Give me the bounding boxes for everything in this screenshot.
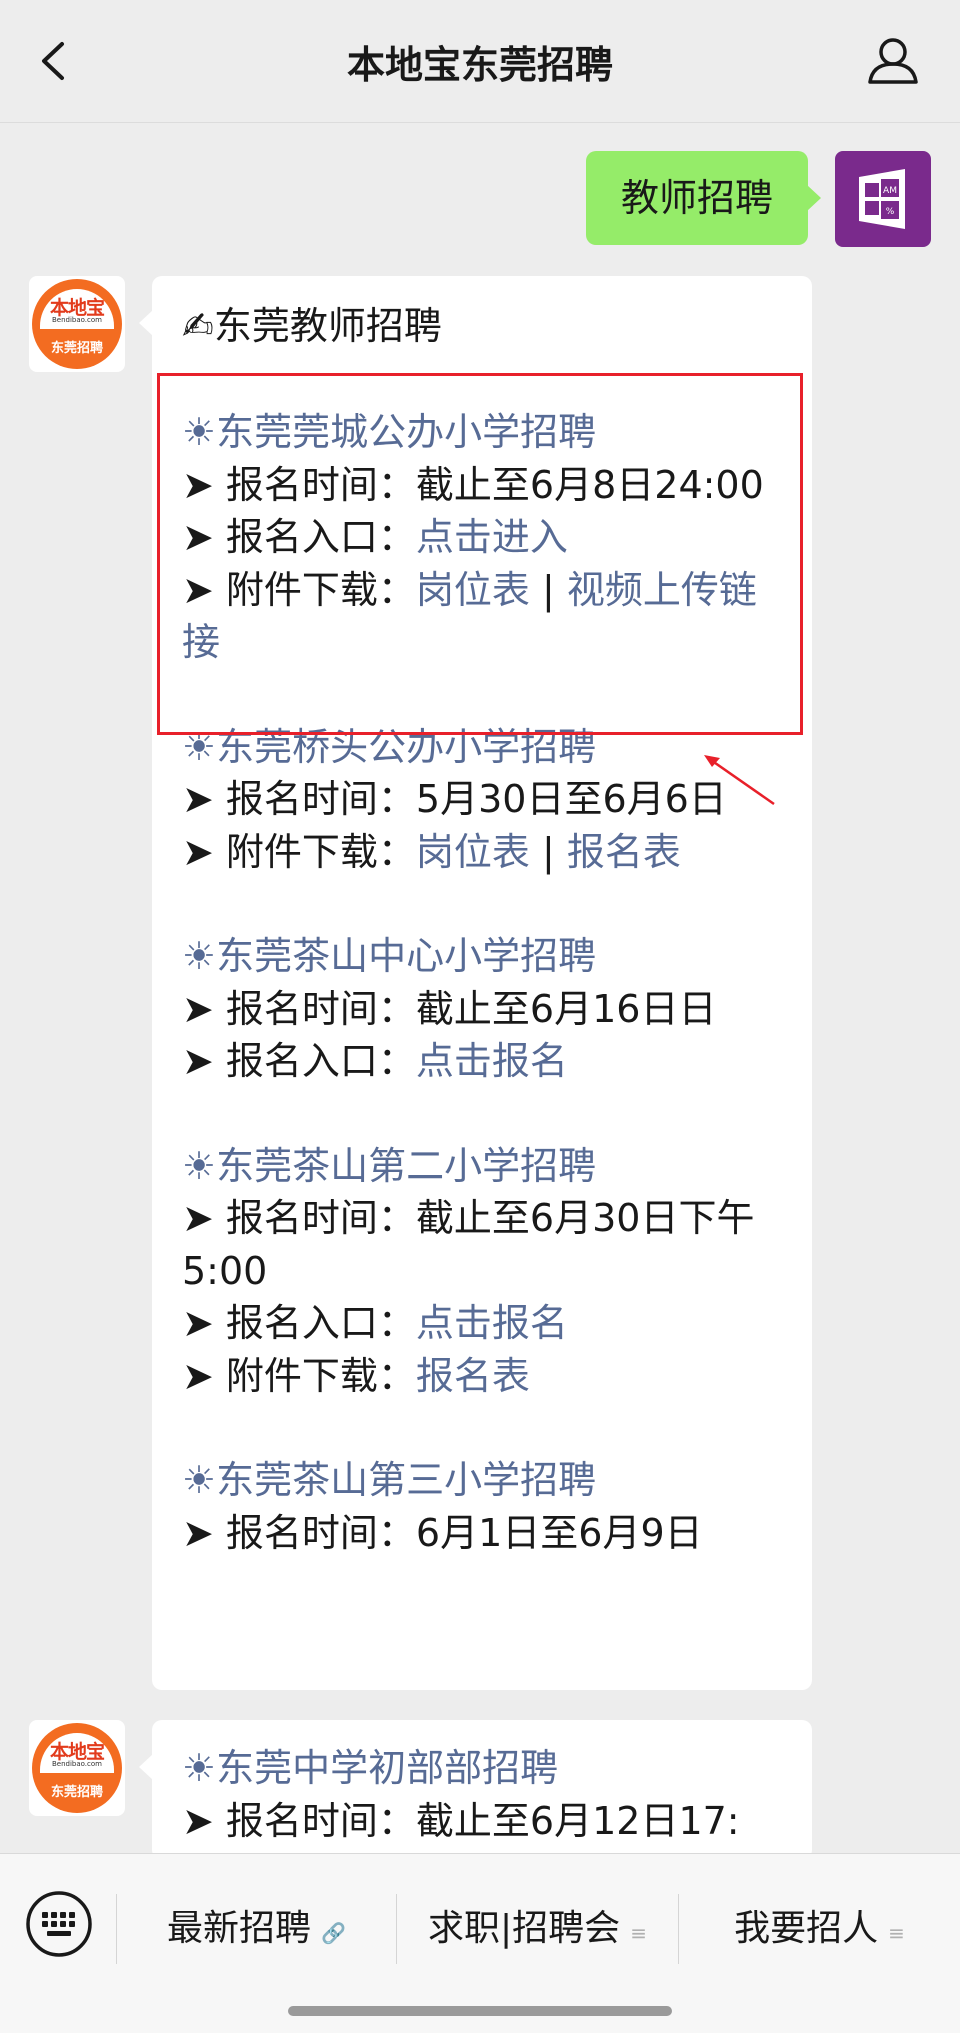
bot-message-bubble: ☀东莞中学初部部招聘 ➤ 报名时间：截止至6月12日17: — [152, 1720, 812, 1860]
bot-avatar[interactable]: 本地宝 Bendibao.com 东莞招聘 — [29, 276, 125, 372]
red-arrow-icon — [704, 755, 775, 806]
menu-item-job-fair[interactable]: 求职|招聘会 ≡ — [397, 1894, 678, 1964]
registration-form-link[interactable]: 报名表 — [416, 1354, 530, 1398]
svg-text:AM: AM — [883, 186, 897, 196]
nav-header: 本地宝东莞招聘 — [0, 0, 960, 123]
job-section: ☀东莞茶山第二小学招聘 ➤ 报名时间：截止至6月30日下午5:00 ➤ 报名入口… — [182, 1140, 792, 1403]
info-line: ➤ 附件下载：岗位表 | 报名表 — [182, 829, 681, 874]
job-title[interactable]: ☀东莞茶山第二小学招聘 — [182, 1140, 792, 1193]
office-logo-icon: AM % — [859, 169, 905, 229]
user-message-text: 教师招聘 — [620, 176, 773, 220]
user-avatar[interactable]: AM % — [835, 151, 931, 247]
job-title[interactable]: ☀东莞茶山第三小学招聘 — [182, 1454, 792, 1507]
bendibao-logo: 本地宝 Bendibao.com 东莞招聘 — [32, 1723, 122, 1813]
menu-icon: ≡ — [888, 1921, 905, 1945]
info-line: ➤ 报名时间：截止至6月30日下午5:00 — [182, 1196, 755, 1293]
bubble-tail — [139, 310, 153, 336]
job-title[interactable]: ☀东莞中学初部部招聘 — [182, 1742, 792, 1795]
menu-item-recruit[interactable]: 我要招人 ≡ — [679, 1894, 960, 1964]
page-title: 本地宝东莞招聘 — [346, 43, 613, 87]
profile-icon[interactable] — [864, 30, 922, 92]
register-link[interactable]: 点击报名 — [416, 1301, 568, 1345]
home-indicator[interactable] — [288, 2006, 672, 2016]
position-table-link[interactable]: 岗位表 — [416, 830, 530, 874]
keyboard-icon[interactable] — [25, 1890, 93, 1958]
menu-item-latest-jobs[interactable]: 最新招聘 🔗 — [117, 1894, 396, 1964]
message-body: ☀东莞中学初部部招聘 ➤ 报名时间：截止至6月12日17: — [182, 1742, 792, 1847]
registration-form-link[interactable]: 报名表 — [567, 830, 681, 874]
bot-avatar[interactable]: 本地宝 Bendibao.com 东莞招聘 — [29, 1720, 125, 1816]
info-line: ➤ 报名入口：点击报名 — [182, 1301, 568, 1345]
link-icon: 🔗 — [321, 1921, 346, 1945]
svg-text:%: % — [886, 207, 895, 217]
info-line: ➤ 附件下载：报名表 — [182, 1353, 530, 1398]
highlight-box — [157, 373, 803, 735]
job-section: ☀东莞茶山中心小学招聘 ➤ 报名时间：截止至6月16日日 ➤ 报名入口：点击报名 — [182, 930, 792, 1088]
bubble-tail — [139, 1754, 153, 1780]
user-message-bubble: 教师招聘 — [586, 151, 821, 245]
info-line: ➤ 报名时间：截止至6月12日17: — [182, 1798, 740, 1843]
job-section: ☀东莞茶山第三小学招聘 ➤ 报名时间：6月1日至6月9日 — [182, 1454, 792, 1559]
job-title[interactable]: ☀东莞茶山中心小学招聘 — [182, 930, 792, 983]
menu-icon: ≡ — [630, 1921, 647, 1945]
info-line: ➤ 报名入口：点击报名 — [182, 1039, 568, 1083]
register-link[interactable]: 点击报名 — [416, 1039, 568, 1083]
bendibao-logo: 本地宝 Bendibao.com 东莞招聘 — [32, 279, 122, 369]
info-line: ➤ 报名时间：截止至6月16日日 — [182, 986, 717, 1031]
message-heading: ✍东莞教师招聘 — [182, 304, 442, 348]
info-line: ➤ 报名时间：6月1日至6月9日 — [182, 1510, 703, 1555]
